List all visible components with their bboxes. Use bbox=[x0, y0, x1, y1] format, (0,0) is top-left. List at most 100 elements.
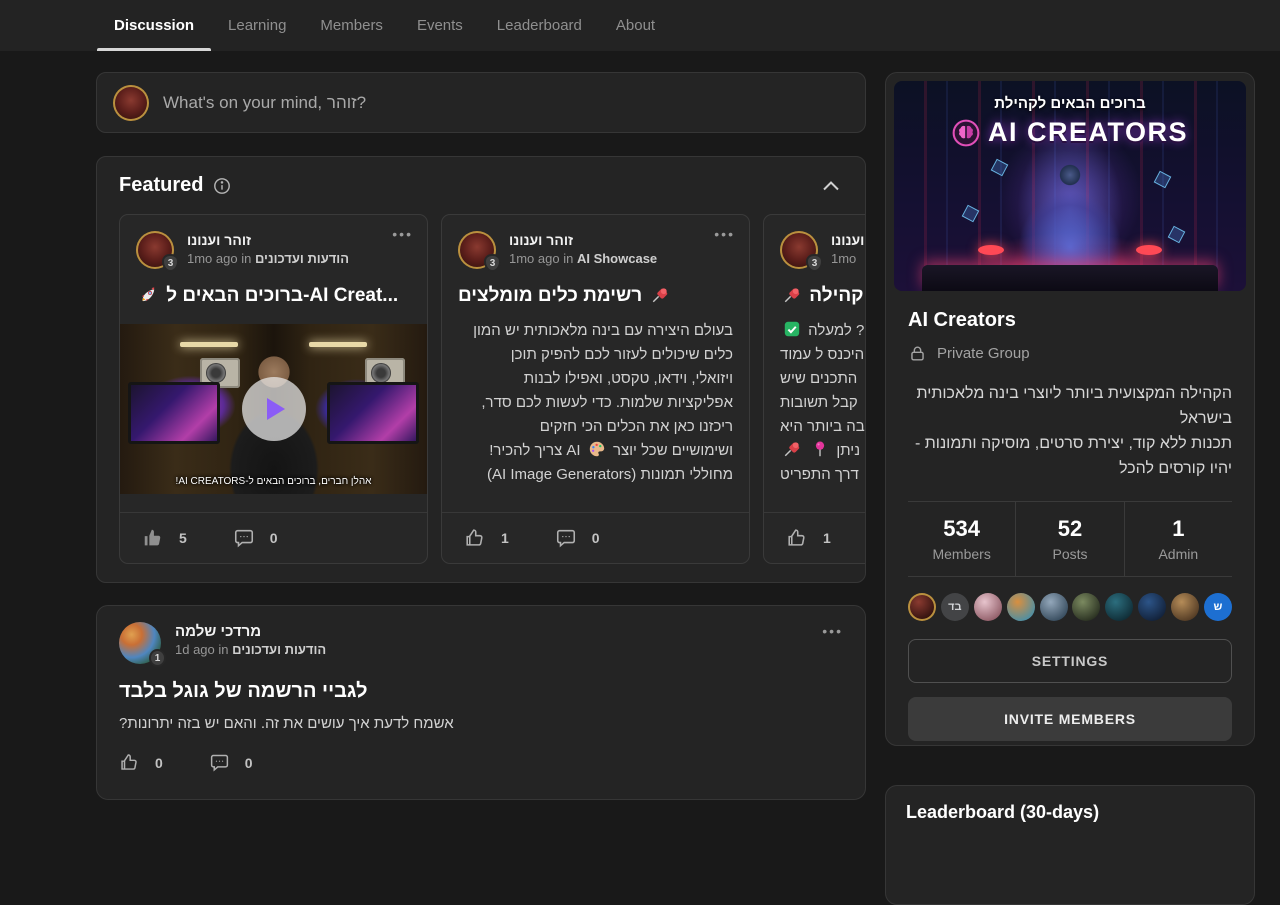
body-text-line: ניתן bbox=[780, 439, 866, 463]
pin-emoji-icon bbox=[783, 439, 801, 463]
level-badge: 3 bbox=[806, 254, 823, 272]
member-avatar[interactable]: בד bbox=[941, 593, 969, 621]
palette-emoji-icon bbox=[588, 439, 606, 463]
chevron-up-icon[interactable] bbox=[819, 177, 843, 195]
body-text-line: כלים שיכולים לעזור לכם להפיק תוכן bbox=[458, 343, 733, 367]
feed-post[interactable]: 1 מרדכי שלמה 1d ago in הודעות ועדכונים •… bbox=[96, 605, 866, 800]
stat-members[interactable]: 534 Members bbox=[908, 502, 1015, 576]
text-segment: מחוללי תמונות (AI Image Generators) bbox=[487, 466, 733, 483]
monitor bbox=[128, 382, 220, 444]
member-avatar[interactable] bbox=[1007, 593, 1035, 621]
comment-icon bbox=[209, 752, 230, 773]
like-button[interactable]: 0 bbox=[119, 752, 163, 773]
top-navigation: Discussion Learning Members Events Leade… bbox=[0, 0, 1280, 51]
author-avatar[interactable]: 1 bbox=[119, 622, 161, 664]
body-text-line: בעולם היצירה עם בינה מלאכותית יש המון bbox=[458, 319, 733, 343]
member-avatar[interactable] bbox=[1171, 593, 1199, 621]
body-text-line: ? למעלה bbox=[780, 319, 866, 343]
author-avatar[interactable]: 3 bbox=[458, 231, 496, 269]
post-menu-icon[interactable]: ••• bbox=[392, 229, 413, 239]
post-body: בעולם היצירה עם בינה מלאכותית יש המון כל… bbox=[458, 319, 733, 487]
author-name[interactable]: זוהר וענונו bbox=[831, 231, 866, 250]
author-avatar[interactable]: 3 bbox=[136, 231, 174, 269]
video-thumbnail[interactable]: אהלן חברים, ברוכים הבאים ל-AI CREATORS! bbox=[120, 324, 427, 494]
like-count: 5 bbox=[179, 530, 187, 546]
like-button[interactable]: 5 bbox=[142, 527, 187, 549]
like-count: 0 bbox=[155, 755, 163, 771]
like-button[interactable]: 1 bbox=[464, 527, 509, 549]
text-segment: רשימת כלים מומלצים bbox=[458, 285, 642, 306]
comment-icon bbox=[555, 527, 577, 549]
space-link[interactable]: הודעות ועדכונים bbox=[232, 642, 326, 657]
space-link[interactable]: AI Showcase bbox=[577, 251, 657, 266]
member-avatar[interactable] bbox=[908, 593, 936, 621]
member-avatar[interactable] bbox=[1040, 593, 1068, 621]
stat-admin[interactable]: 1 Admin bbox=[1124, 502, 1232, 576]
featured-post-card[interactable]: 3 זוהר וענונו 1mo ago in AI Showcase •••… bbox=[441, 214, 750, 564]
post-menu-icon[interactable]: ••• bbox=[714, 229, 735, 239]
author-name[interactable]: מרדכי שלמה bbox=[175, 622, 326, 641]
text-segment: ושימושיים שכל יוצר bbox=[613, 442, 733, 459]
post-composer[interactable]: What's on your mind, זוהר? bbox=[96, 72, 866, 133]
composer-placeholder: What's on your mind, זוהר? bbox=[163, 93, 366, 113]
member-avatar[interactable] bbox=[1105, 593, 1133, 621]
author-avatar[interactable]: 3 bbox=[780, 231, 818, 269]
member-avatar[interactable] bbox=[1072, 593, 1100, 621]
body-text-line: מחוללי תמונות (AI Image Generators) bbox=[458, 463, 733, 487]
glowing-hand bbox=[978, 245, 1004, 255]
member-avatar[interactable] bbox=[974, 593, 1002, 621]
body-text-line: קבל תשובות bbox=[780, 391, 866, 415]
text-segment: ברוכים הבאים ל-AI Creat... bbox=[166, 285, 398, 306]
play-button[interactable] bbox=[242, 377, 306, 441]
thumbs-up-icon bbox=[142, 527, 164, 549]
level-badge: 3 bbox=[484, 254, 501, 272]
group-info-panel: ברוכים הבאים לקהילת AI CREATORS AI Creat… bbox=[885, 72, 1255, 746]
current-user-avatar[interactable] bbox=[113, 85, 149, 121]
divider bbox=[908, 576, 1232, 577]
tab-learning[interactable]: Learning bbox=[211, 0, 303, 51]
video-caption: אהלן חברים, ברוכים הבאים ל-AI CREATORS! bbox=[120, 476, 427, 487]
post-title[interactable]: קהילה bbox=[780, 285, 866, 307]
text-segment: קהילה bbox=[809, 285, 863, 306]
text-segment: ? bbox=[856, 322, 864, 339]
post-title[interactable]: ברוכים הבאים ל-AI Creat... bbox=[136, 285, 411, 307]
featured-post-card[interactable]: 3 זוהר וענונו 1mo ago in הודעות ועדכונים… bbox=[119, 214, 428, 564]
stat-posts[interactable]: 52 Posts bbox=[1015, 502, 1123, 576]
text-segment: בה ביותר היא bbox=[780, 418, 865, 435]
post-title[interactable]: רשימת כלים מומלצים bbox=[458, 285, 733, 307]
tab-events[interactable]: Events bbox=[400, 0, 480, 51]
invite-members-button[interactable]: INVITE MEMBERS bbox=[908, 697, 1232, 741]
text-segment: בעולם היצירה עם בינה מלאכותית יש המון bbox=[473, 322, 733, 339]
text-segment: AI צריך להכיר! bbox=[489, 442, 580, 459]
body-text-line: אפליקציות שלמות. כדי לעשות לכם סדר, bbox=[458, 391, 733, 415]
post-title[interactable]: לגביי הרשמה של גוגל בלבד bbox=[119, 680, 843, 703]
group-name: AI Creators bbox=[908, 309, 1232, 332]
text-segment: ניתן bbox=[836, 442, 860, 459]
thumbs-up-icon bbox=[464, 527, 486, 549]
tab-about[interactable]: About bbox=[599, 0, 672, 51]
tab-members[interactable]: Members bbox=[303, 0, 400, 51]
member-avatar[interactable] bbox=[1138, 593, 1166, 621]
featured-post-card[interactable]: 3 זוהר וענונו 1mo קהילה ? למעלה היכנס ל … bbox=[763, 214, 866, 564]
space-link[interactable]: הודעות ועדכונים bbox=[255, 251, 349, 266]
post-menu-icon[interactable]: ••• bbox=[822, 626, 843, 636]
comment-button[interactable]: 0 bbox=[555, 527, 600, 549]
author-name[interactable]: זוהר וענונו bbox=[187, 231, 349, 250]
group-description: הקהילה המקצועית ביותר ליוצרי בינה מלאכות… bbox=[908, 381, 1232, 481]
info-icon[interactable] bbox=[213, 177, 231, 195]
like-count: 1 bbox=[823, 530, 831, 546]
body-text-line: דרך התפריט bbox=[780, 463, 866, 487]
comment-button[interactable]: 0 bbox=[233, 527, 278, 549]
member-avatar[interactable]: ש bbox=[1204, 593, 1232, 621]
tab-leaderboard[interactable]: Leaderboard bbox=[480, 0, 599, 51]
post-meta: 1mo ago in AI Showcase bbox=[509, 250, 657, 268]
monitor bbox=[327, 382, 419, 444]
studio-light bbox=[309, 342, 367, 347]
like-button[interactable]: 1 bbox=[786, 527, 831, 549]
settings-button[interactable]: SETTINGS bbox=[908, 639, 1232, 683]
glowing-hand bbox=[1136, 245, 1162, 255]
body-text-line: ויזואלי, וידאו, טקסט, ואפילו לבנות bbox=[458, 367, 733, 391]
comment-button[interactable]: 0 bbox=[209, 752, 253, 773]
tab-discussion[interactable]: Discussion bbox=[97, 0, 211, 51]
author-name[interactable]: זוהר וענונו bbox=[509, 231, 657, 250]
